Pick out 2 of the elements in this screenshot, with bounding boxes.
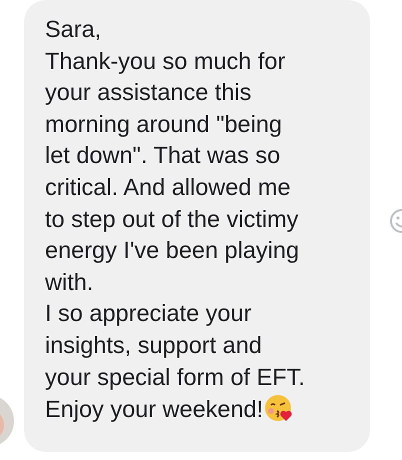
kiss-emoji-icon [264, 393, 294, 424]
message-text: Sara, Thank-you so much for your assistance this morning around "being let down". That was so critical. And allowed me to step out of the victimy energy I've been playing with. I so appreciate your insights, support and your special form of EFT. Enjoy your weekend! [45, 15, 306, 426]
